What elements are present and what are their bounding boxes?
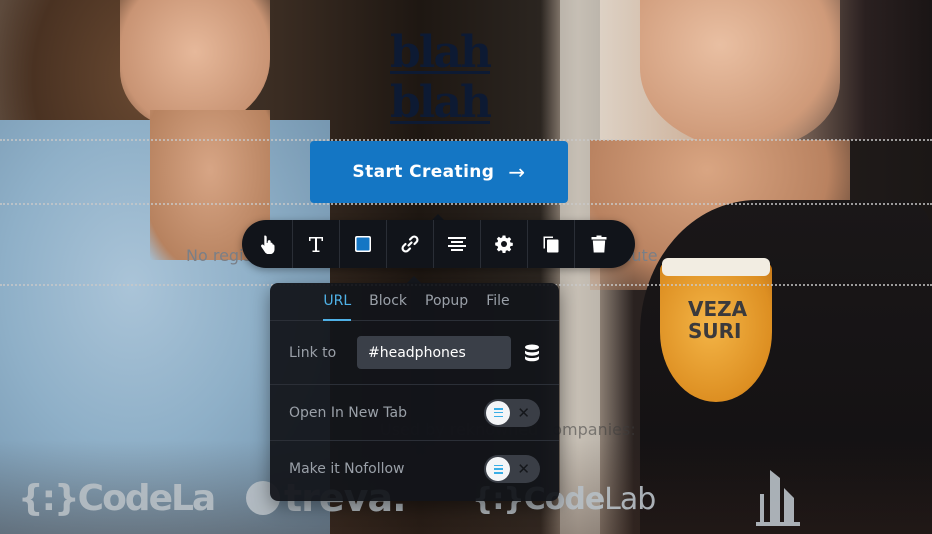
tool-select[interactable]: [246, 220, 293, 268]
open-new-tab-label: Open In New Tab: [289, 404, 407, 421]
toggle-knob: [486, 400, 510, 425]
link-to-row: Link to: [270, 321, 559, 385]
color-swatch-icon: [354, 235, 372, 253]
tab-url[interactable]: URL: [314, 283, 360, 321]
hand-pointer-icon: [260, 234, 278, 254]
tab-popup[interactable]: Popup: [416, 283, 477, 321]
gear-icon: [495, 235, 513, 253]
link-to-label: Link to: [289, 344, 337, 361]
copy-icon: [542, 235, 560, 253]
arrow-right-icon: →: [508, 160, 526, 184]
element-toolbar: [242, 220, 635, 268]
close-x-icon: ✕: [517, 403, 530, 422]
close-x-icon: ✕: [517, 460, 530, 478]
tool-text[interactable]: [293, 220, 340, 268]
nofollow-toggle[interactable]: ✕: [484, 455, 540, 483]
tool-duplicate[interactable]: [528, 220, 575, 268]
tool-delete[interactable]: [575, 220, 622, 268]
database-icon[interactable]: [524, 344, 540, 362]
logo-codelab: {:}CodeLa: [18, 478, 216, 519]
tab-file[interactable]: File: [477, 283, 518, 321]
toggle-knob: [486, 457, 510, 481]
link-settings-popover: URL Block Popup File Link to Open In New…: [270, 283, 559, 501]
text-icon: [307, 235, 325, 253]
start-creating-label: Start Creating: [352, 162, 495, 182]
align-center-icon: [448, 236, 466, 252]
tool-color[interactable]: [340, 220, 387, 268]
tool-align[interactable]: [434, 220, 481, 268]
nofollow-row: Make it Nofollow ✕: [270, 441, 559, 497]
open-new-tab-toggle[interactable]: ✕: [484, 398, 540, 427]
logo-building-icon: [754, 468, 802, 528]
link-icon: [401, 235, 419, 253]
tool-settings[interactable]: [481, 220, 528, 268]
section-guide-line: [0, 203, 932, 205]
nofollow-label: Make it Nofollow: [289, 461, 405, 477]
link-type-tabs: URL Block Popup File: [270, 283, 559, 321]
open-new-tab-row: Open In New Tab ✕: [270, 385, 559, 441]
popover-caret: [407, 276, 421, 283]
page-title[interactable]: blah blah: [340, 28, 540, 128]
menu-lines-icon: [493, 464, 503, 474]
tab-block[interactable]: Block: [360, 283, 416, 321]
beer-glass-text: VEZA SURI: [688, 297, 748, 343]
link-url-input[interactable]: [357, 336, 511, 369]
trash-icon: [591, 235, 607, 253]
tool-link[interactable]: [387, 220, 434, 268]
start-creating-button[interactable]: Start Creating →: [310, 141, 568, 203]
menu-lines-icon: [493, 408, 503, 417]
